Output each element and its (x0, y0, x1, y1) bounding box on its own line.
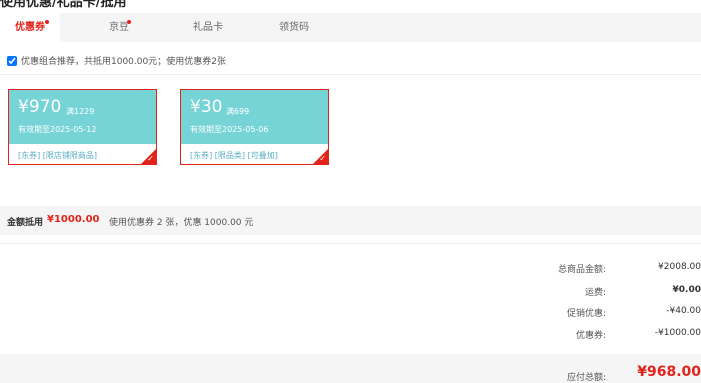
coupon-tags: [东券] [限品类] [可叠加] (190, 151, 278, 160)
combo-checkbox[interactable] (7, 55, 17, 66)
total-row-value: ¥2008.00 (658, 262, 701, 272)
tab-coupons-dot (45, 20, 49, 24)
coupon-amount: ¥30 (190, 97, 223, 117)
combo-recommend[interactable]: 优惠组合推荐，共抵用1000.00元；使用优惠券2张 (7, 54, 226, 67)
coupon-amount: ¥970 (18, 97, 62, 117)
tab-jingdou-dot (127, 20, 131, 24)
coupon-card[interactable]: ¥970 满1229 有效期至2025-05-12 [东券] [限店铺限商品] … (8, 89, 157, 165)
payable-value: ¥968.00 (637, 364, 701, 380)
coupon-card[interactable]: ¥30 满699 有效期至2025-05-06 [东券] [限品类] [可叠加]… (180, 89, 329, 165)
summary-label: 金额抵用 (7, 218, 44, 228)
total-row-label: 运费: (584, 288, 606, 298)
summary-value: ¥1000.00 (47, 214, 100, 225)
total-row-label: 总商品金额: (557, 265, 606, 275)
total-row-label: 促销优惠: (566, 309, 606, 319)
divider (0, 243, 701, 244)
tab-coupons[interactable]: 优惠券 (0, 13, 60, 42)
coupon-card-top: ¥970 满1229 有效期至2025-05-12 (9, 90, 156, 144)
combo-text: 优惠组合推荐，共抵用1000.00元；使用优惠券2张 (21, 57, 226, 67)
tab-jingdou[interactable]: 京豆 (89, 13, 149, 42)
page-title: 使用优惠/礼品卡/抵用 (0, 0, 127, 10)
discount-summary: 金额抵用 ¥1000.00 使用优惠券 2 张，优惠 1000.00 元 (0, 206, 701, 235)
tab-coupons-label: 优惠券 (15, 22, 45, 33)
coupon-card-top: ¥30 满699 有效期至2025-05-06 (181, 90, 328, 144)
coupon-tabs: 优惠券 京豆 礼品卡 领货码 (0, 13, 701, 42)
coupon-condition: 满699 (226, 107, 250, 116)
total-row-label: 优惠券: (575, 331, 606, 341)
tab-gift-card-label: 礼品卡 (193, 22, 223, 33)
total-row-value: ¥0.00 (672, 285, 701, 295)
coupon-valid-date: 有效期至2025-05-12 (18, 125, 97, 134)
tab-redeem-code-label: 领货码 (279, 22, 309, 33)
tab-redeem-code[interactable]: 领货码 (264, 13, 324, 42)
coupon-condition: 满1229 (66, 107, 95, 116)
coupon-valid-date: 有效期至2025-05-06 (190, 125, 269, 134)
payable-label: 应付总额: (566, 373, 606, 383)
summary-desc: 使用优惠券 2 张，优惠 1000.00 元 (109, 218, 254, 228)
tab-jingdou-label: 京豆 (109, 22, 129, 33)
total-row-value: -¥1000.00 (654, 328, 701, 338)
check-icon: ✓ (319, 154, 326, 163)
payable-bar: 应付总额: ¥968.00 (0, 354, 701, 383)
coupon-tags: [东券] [限店铺限商品] (18, 151, 98, 160)
tab-gift-card[interactable]: 礼品卡 (178, 13, 238, 42)
check-icon: ✓ (147, 154, 154, 163)
total-row-value: -¥40.00 (666, 306, 701, 316)
divider (0, 74, 701, 75)
